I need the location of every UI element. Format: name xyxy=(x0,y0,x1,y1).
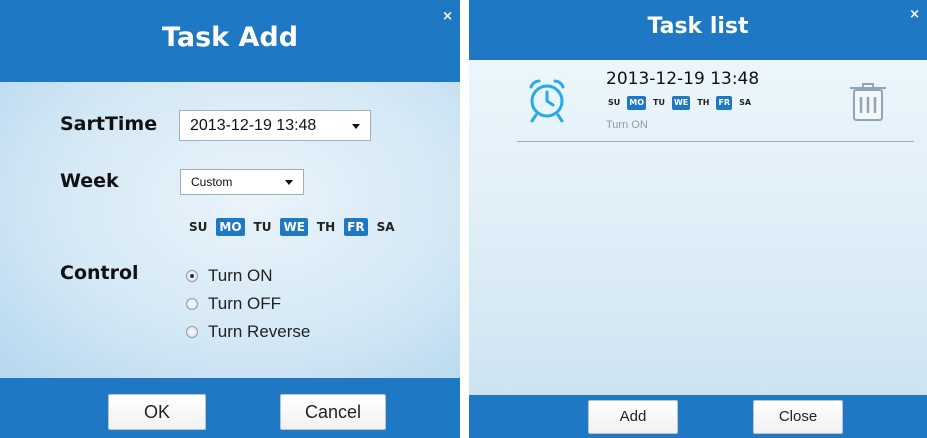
week-select-value: Custom xyxy=(191,175,233,189)
alarm-clock-icon xyxy=(525,75,569,125)
day-fr[interactable]: FR xyxy=(344,218,368,236)
day-mo[interactable]: MO xyxy=(216,218,245,236)
chevron-down-icon xyxy=(352,123,360,129)
task-days: SU MO TU WE TH FR SA xyxy=(606,96,758,110)
control-option-turn-reverse[interactable]: Turn Reverse xyxy=(186,322,310,342)
task-list-title: Task list xyxy=(647,14,749,39)
week-label: Week xyxy=(60,170,119,192)
radio-button[interactable] xyxy=(186,270,198,282)
task-add-body: SartTime 2013-12-19 13:48 Week Custom SU… xyxy=(0,82,460,378)
week-days-selector: SU MO TU WE TH FR SA xyxy=(186,218,404,236)
add-button[interactable]: Add xyxy=(588,400,678,434)
radio-label: Turn Reverse xyxy=(208,322,311,341)
task-add-close-icon[interactable]: × xyxy=(442,10,453,23)
day-sa[interactable]: SA xyxy=(374,218,398,236)
start-time-picker[interactable]: 2013-12-19 13:48 xyxy=(179,110,371,141)
task-list-footer: Add Close xyxy=(469,395,927,438)
task-add-dialog: Task Add × SartTime 2013-12-19 13:48 Wee… xyxy=(0,0,460,438)
start-time-label: SartTime xyxy=(60,113,158,135)
day-we[interactable]: WE xyxy=(671,96,691,110)
radio-button[interactable] xyxy=(186,326,198,338)
ok-button[interactable]: OK xyxy=(108,394,206,430)
task-list-titlebar: Task list × xyxy=(469,0,927,60)
task-add-titlebar: Task Add × xyxy=(0,0,460,82)
chevron-down-icon xyxy=(285,180,293,185)
day-we[interactable]: WE xyxy=(280,218,308,236)
week-select[interactable]: Custom xyxy=(180,169,304,195)
day-tu[interactable]: TU xyxy=(651,96,667,110)
day-sa[interactable]: SA xyxy=(737,96,753,110)
radio-label: Turn OFF xyxy=(208,294,282,313)
day-fr[interactable]: FR xyxy=(716,96,733,110)
task-list-dialog: Task list × 2013-12-19 13:48 SU MO TU WE TH F… xyxy=(469,0,927,438)
radio-button[interactable] xyxy=(186,298,198,310)
day-mo[interactable]: MO xyxy=(627,96,647,110)
day-th[interactable]: TH xyxy=(695,96,711,110)
day-su[interactable]: SU xyxy=(606,96,622,110)
task-list-close-icon[interactable]: × xyxy=(909,8,920,21)
start-time-value: 2013-12-19 13:48 xyxy=(190,116,317,134)
task-add-title: Task Add xyxy=(161,22,299,53)
day-th[interactable]: TH xyxy=(314,218,338,236)
task-action: Turn ON xyxy=(606,119,648,131)
close-button[interactable]: Close xyxy=(753,400,843,434)
task-add-footer: OK Cancel xyxy=(0,378,460,438)
task-list-item[interactable]: 2013-12-19 13:48 SU MO TU WE TH FR SA Turn ON xyxy=(517,60,914,142)
control-option-turn-off[interactable]: Turn OFF xyxy=(186,294,281,314)
control-option-turn-on[interactable]: Turn ON xyxy=(186,266,273,286)
day-tu[interactable]: TU xyxy=(251,218,275,236)
radio-label: Turn ON xyxy=(208,266,273,285)
cancel-button[interactable]: Cancel xyxy=(280,394,386,430)
day-su[interactable]: SU xyxy=(186,218,210,236)
trash-icon[interactable] xyxy=(848,80,888,124)
task-time: 2013-12-19 13:48 xyxy=(606,69,760,89)
control-label: Control xyxy=(60,262,139,284)
